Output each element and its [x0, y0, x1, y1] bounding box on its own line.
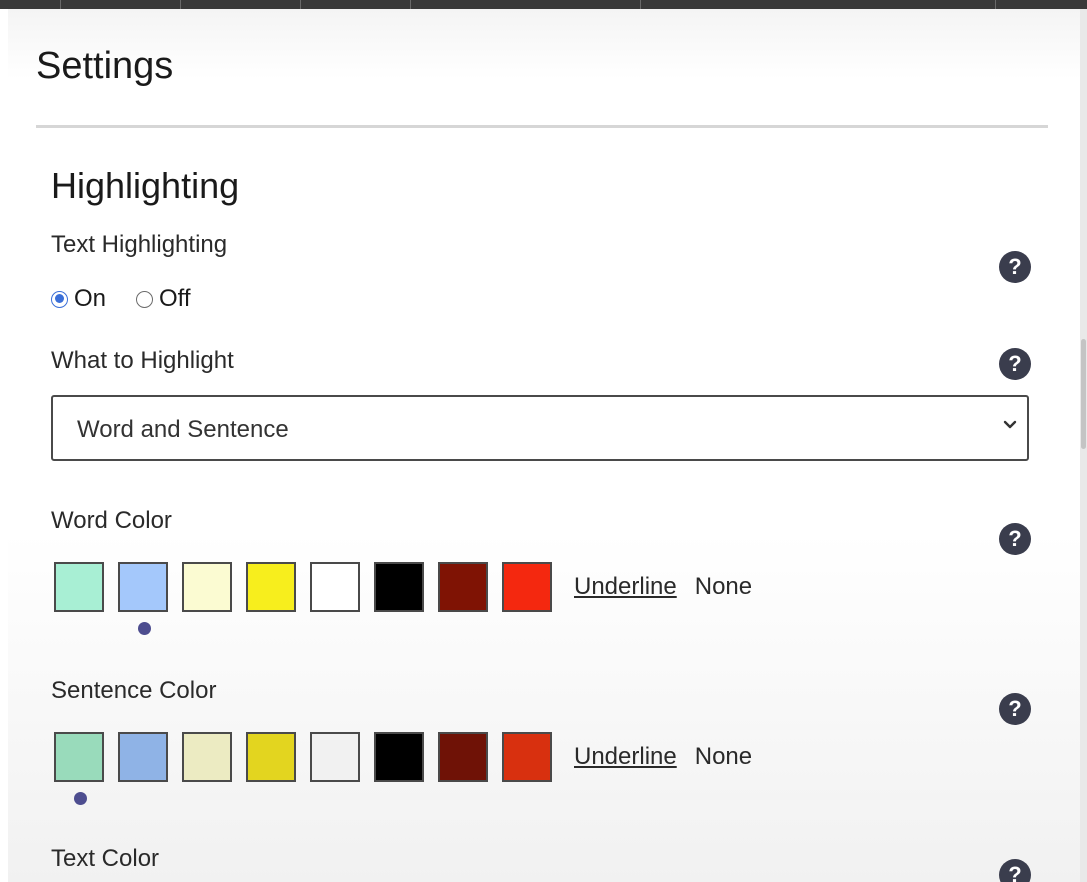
selected-indicator — [138, 622, 151, 635]
top-bar-divider — [300, 0, 301, 9]
word-color-swatch[interactable] — [374, 562, 424, 612]
sentence-color-swatch[interactable] — [246, 732, 296, 782]
sentence-color-swatch[interactable] — [438, 732, 488, 782]
help-icon-sentence-color[interactable]: ? — [999, 693, 1031, 725]
top-bar-divider — [410, 0, 411, 9]
top-bar-divider — [180, 0, 181, 9]
word-color-label: Word Color — [51, 507, 172, 534]
word-color-swatch[interactable] — [246, 562, 296, 612]
word-color-swatch[interactable] — [502, 562, 552, 612]
question-circle-icon: ? — [1008, 526, 1022, 551]
word-color-swatch[interactable] — [310, 562, 360, 612]
what-to-highlight-value: Word and Sentence — [77, 416, 289, 443]
sentence-color-swatch[interactable] — [502, 732, 552, 782]
text-highlighting-label: Text Highlighting — [51, 231, 228, 258]
what-to-highlight-select[interactable]: Word and Sentence — [51, 395, 1029, 461]
sentence-color-swatch[interactable] — [374, 732, 424, 782]
sentence-color-swatch[interactable] — [310, 732, 360, 782]
radio-on-label: On — [74, 285, 107, 312]
word-color-swatch[interactable] — [182, 562, 232, 612]
help-icon-what-to-highlight[interactable]: ? — [999, 348, 1031, 380]
sentence-color-none-option[interactable]: None — [695, 743, 752, 771]
text-color-label: Text Color — [51, 845, 160, 872]
radio-off[interactable]: Off — [136, 285, 191, 313]
what-to-highlight-label: What to Highlight — [51, 347, 234, 374]
sentence-color-underline-option[interactable]: Underline — [574, 743, 677, 771]
question-circle-icon: ? — [1008, 351, 1022, 376]
selected-indicator — [74, 792, 87, 805]
sentence-color-swatches: Underline None — [54, 732, 752, 805]
radio-on-indicator[interactable] — [51, 290, 68, 308]
radio-off-label: Off — [159, 285, 191, 312]
top-bar-divider — [60, 0, 61, 9]
help-icon-word-color[interactable]: ? — [999, 523, 1031, 555]
settings-panel: Settings Highlighting Text Highlighting … — [8, 9, 1080, 882]
question-circle-icon: ? — [1008, 696, 1022, 721]
word-color-swatch[interactable] — [438, 562, 488, 612]
section-title-highlighting: Highlighting — [51, 165, 240, 206]
help-icon-text-highlighting[interactable]: ? — [999, 251, 1031, 283]
word-color-underline-option[interactable]: Underline — [574, 573, 677, 601]
scrollbar-track[interactable] — [1080, 9, 1087, 882]
word-color-none-option[interactable]: None — [695, 573, 752, 601]
sentence-color-swatch[interactable] — [118, 732, 168, 782]
word-color-swatch[interactable] — [54, 562, 104, 612]
sentence-color-swatch[interactable] — [54, 732, 104, 805]
chevron-down-icon — [1003, 415, 1017, 436]
word-color-swatches: Underline None — [54, 562, 752, 635]
title-divider — [36, 125, 1048, 128]
scrollbar-thumb[interactable] — [1081, 339, 1086, 449]
page-title: Settings — [36, 45, 174, 87]
top-bar — [0, 0, 1087, 9]
word-color-swatch[interactable] — [118, 562, 168, 635]
question-circle-icon: ? — [1008, 254, 1022, 279]
top-bar-divider — [995, 0, 996, 9]
sentence-color-swatch[interactable] — [182, 732, 232, 782]
top-bar-divider — [640, 0, 641, 9]
help-icon-text-color[interactable]: ? — [999, 859, 1031, 882]
radio-on[interactable]: On — [51, 285, 106, 313]
sentence-color-label: Sentence Color — [51, 677, 217, 704]
text-highlighting-radio-group: On Off — [51, 285, 221, 313]
question-circle-icon: ? — [1008, 862, 1022, 882]
radio-off-indicator[interactable] — [136, 290, 154, 308]
